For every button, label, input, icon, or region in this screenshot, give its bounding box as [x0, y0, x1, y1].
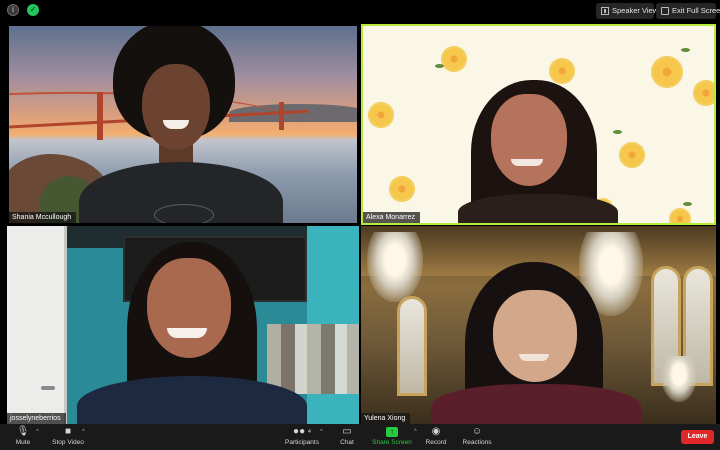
bridge-tower [97, 92, 103, 140]
share-options-chevron-icon[interactable]: ^ [414, 429, 417, 435]
participants-button[interactable]: ●● 4 Participants [282, 426, 322, 449]
microphone-icon: 🎙 [16, 426, 30, 437]
mute-label: Mute [15, 439, 31, 446]
flower-decoration [549, 58, 575, 84]
leaf-decoration [435, 64, 444, 68]
flower-decoration [651, 56, 683, 88]
record-label: Record [425, 439, 447, 446]
participants-options-chevron-icon[interactable]: ^ [320, 429, 323, 435]
flower-decoration [368, 102, 394, 128]
participant-name-tag: Alexa Monarrez [363, 212, 421, 223]
arched-mirror [397, 296, 427, 396]
chat-bubble-icon: ▭ [342, 426, 352, 437]
meeting-status-icons: i ✓ [7, 4, 39, 16]
speaker-view-label: Speaker View [612, 6, 659, 15]
bridge-tower [279, 102, 284, 130]
participants-count: 4 [307, 429, 311, 435]
share-screen-label: Share Screen [372, 439, 412, 446]
leaf-decoration [681, 48, 690, 52]
emoji-plus-icon: ☺ [471, 426, 483, 437]
stop-video-button[interactable]: ■ Stop Video [50, 426, 86, 449]
flower-decoration [693, 80, 714, 106]
share-screen-button[interactable]: ↑ Share Screen [370, 426, 414, 449]
exit-fullscreen-label: Exit Full Screen [672, 6, 720, 15]
participant-face [491, 94, 567, 186]
reactions-button[interactable]: ☺ Reactions [460, 426, 494, 449]
leaf-decoration [613, 130, 622, 134]
participant-face [147, 258, 231, 358]
participant-smile [511, 159, 543, 166]
participant-face [493, 290, 577, 382]
video-tile-1[interactable]: Shania Mccullough [7, 24, 359, 225]
shirt-print [154, 204, 214, 223]
stop-video-label: Stop Video [52, 439, 84, 446]
participant-smile [167, 328, 207, 338]
door-handle [41, 386, 55, 390]
meeting-toolbar: 🎙 Mute ^ ■ Stop Video ^ ●● 4 Participant… [0, 424, 720, 450]
leaf-decoration [683, 202, 692, 206]
participant-shirt [458, 194, 618, 223]
participant-shirt [431, 384, 641, 424]
video-camera-icon: ■ [64, 426, 72, 437]
flower-decoration [669, 208, 691, 223]
video-tile-4[interactable]: Yulena Xiong [361, 226, 716, 424]
participant-face [142, 64, 210, 150]
speaker-view-button[interactable]: Speaker View [596, 3, 658, 19]
chat-button[interactable]: ▭ Chat [336, 426, 358, 449]
participants-label: Participants [285, 439, 319, 446]
chandelier [367, 232, 423, 302]
video-tile-2-active-speaker[interactable]: Alexa Monarrez [361, 24, 716, 225]
participant-name-tag: josselyneberrios [7, 413, 66, 424]
reactions-label: Reactions [462, 439, 492, 446]
gallery-grid-icon [601, 7, 609, 15]
chandelier [661, 356, 697, 402]
photo-collage-wall [267, 324, 359, 394]
record-button[interactable]: ◉ Record [424, 426, 448, 449]
record-icon: ◉ [431, 426, 441, 437]
top-bar: i ✓ Speaker View Exit Full Screen [0, 0, 720, 22]
share-screen-arrow-icon: ↑ [386, 427, 398, 437]
video-tile-3[interactable]: josselyneberrios [7, 226, 359, 424]
participant-smile [519, 354, 549, 361]
flower-decoration [619, 142, 645, 168]
video-options-chevron-icon[interactable]: ^ [82, 429, 85, 435]
flower-decoration [389, 176, 415, 202]
exit-fullscreen-icon [661, 7, 669, 15]
participant-name-tag: Shania Mccullough [9, 212, 77, 223]
audio-options-chevron-icon[interactable]: ^ [36, 429, 39, 435]
chat-label: Chat [340, 439, 354, 446]
shield-check-icon[interactable]: ✓ [27, 4, 39, 16]
flower-decoration [441, 46, 467, 72]
participant-name-tag: Yulena Xiong [361, 413, 411, 424]
leave-button[interactable]: Leave [681, 430, 714, 444]
room-door [7, 226, 67, 424]
mute-button[interactable]: 🎙 Mute [10, 426, 36, 449]
participants-icon: ●● 4 [293, 426, 311, 437]
exit-fullscreen-button[interactable]: Exit Full Screen [656, 3, 720, 19]
info-icon[interactable]: i [7, 4, 19, 16]
